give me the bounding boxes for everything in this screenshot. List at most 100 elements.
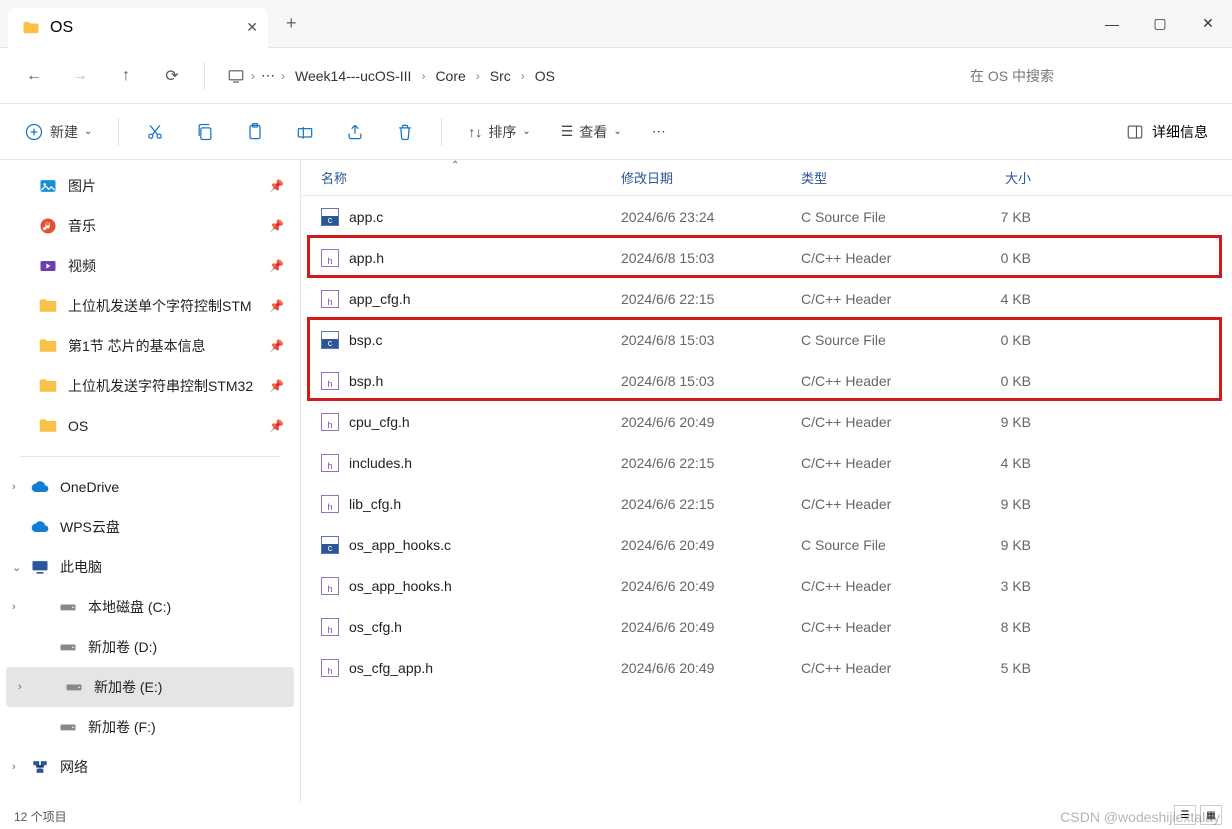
sidebar-item[interactable]: 第1节 芯片的基本信息📌 [0,326,300,366]
file-row[interactable]: app.h2024/6/8 15:03C/C++ Header0 KB [301,237,1232,278]
expand-icon[interactable]: › [12,761,16,773]
chevron-down-icon: ⌄ [84,126,92,137]
expand-icon[interactable]: ⌄ [12,561,21,574]
plus-circle-icon [24,122,44,142]
details-icon [1126,123,1144,141]
file-row[interactable]: bsp.c2024/6/8 15:03C Source File0 KB [301,319,1232,360]
file-size: 9 KB [951,414,1051,430]
sidebar-label: 新加卷 (E:) [94,677,162,697]
sort-button[interactable]: ↑↓ 排序 ⌄ [458,116,540,148]
chevron-right-icon: › [476,69,480,83]
file-date: 2024/6/8 15:03 [621,250,801,266]
sidebar-label: 网络 [60,757,88,777]
up-button[interactable]: ↑ [106,56,146,96]
column-size[interactable]: 大小 [951,168,1051,187]
file-row[interactable]: os_cfg.h2024/6/6 20:49C/C++ Header8 KB [301,606,1232,647]
cut-button[interactable] [135,116,175,148]
breadcrumb-segment[interactable]: Core [431,64,469,88]
breadcrumb[interactable]: › ⋯ › Week14---ucOS-III › Core › Src › O… [217,64,952,88]
close-button[interactable]: ✕ [1184,2,1232,46]
sidebar-item[interactable]: WPS云盘 [0,507,300,547]
sidebar: 图片📌音乐📌视频📌上位机发送单个字符控制STM📌第1节 芯片的基本信息📌上位机发… [0,160,300,803]
expand-icon[interactable]: › [12,481,16,493]
maximize-button[interactable]: ▢ [1136,2,1184,46]
file-row[interactable]: app.c2024/6/6 23:24C Source File7 KB [301,196,1232,237]
breadcrumb-segment[interactable]: Week14---ucOS-III [291,64,415,88]
sidebar-item[interactable]: › 新加卷 (E:) [6,667,294,707]
file-row[interactable]: bsp.h2024/6/8 15:03C/C++ Header0 KB [301,360,1232,401]
minimize-button[interactable]: — [1088,2,1136,46]
back-button[interactable]: ← [14,56,54,96]
item-count: 12 个项目 [14,808,67,825]
sidebar-item[interactable]: OS📌 [0,406,300,446]
file-row[interactable]: os_cfg_app.h2024/6/6 20:49C/C++ Header5 … [301,647,1232,688]
share-button[interactable] [335,116,375,148]
file-row[interactable]: os_app_hooks.h2024/6/6 20:49C/C++ Header… [301,565,1232,606]
sidebar-label: 新加卷 (F:) [88,717,156,737]
column-date[interactable]: 修改日期 [621,168,801,187]
sidebar-label: 视频 [68,256,96,276]
sidebar-item[interactable]: ›本地磁盘 (C:) [0,587,300,627]
pc-icon [227,67,245,85]
file-size: 9 KB [951,496,1051,512]
view-button[interactable]: ☰ 查看 ⌄ [551,116,632,148]
rename-button[interactable] [285,116,325,148]
sidebar-item[interactable]: 新加卷 (D:) [0,627,300,667]
sidebar-label: 第1节 芯片的基本信息 [68,336,206,356]
file-name: app.c [349,209,383,225]
file-type: C/C++ Header [801,455,951,471]
h-file-icon [321,413,339,431]
view-label: 查看 [579,122,607,142]
sidebar-item[interactable]: ›OneDrive [0,467,300,507]
file-size: 3 KB [951,578,1051,594]
breadcrumb-segment[interactable]: Src [486,64,515,88]
sidebar-label: 此电脑 [60,557,102,577]
expand-icon[interactable]: › [12,601,16,613]
folder-icon [22,19,40,37]
copy-icon [195,122,215,142]
breadcrumb-segment[interactable]: OS [531,64,559,88]
breadcrumb-more[interactable]: ⋯ [261,67,275,84]
sidebar-label: 上位机发送单个字符控制STM [68,296,252,316]
search-input[interactable]: 在 OS 中搜索 [958,58,1218,94]
sidebar-item[interactable]: 上位机发送单个字符控制STM📌 [0,286,300,326]
sidebar-label: 音乐 [68,216,96,236]
column-type[interactable]: 类型 [801,168,951,187]
refresh-button[interactable]: ⟳ [152,56,192,96]
sort-indicator-icon: ⌃ [451,160,459,171]
sidebar-item[interactable]: 视频📌 [0,246,300,286]
details-button[interactable]: 详细信息 [1126,122,1218,142]
separator [20,456,280,457]
file-row[interactable]: includes.h2024/6/6 22:15C/C++ Header4 KB [301,442,1232,483]
forward-button[interactable]: → [60,56,100,96]
file-type: C Source File [801,332,951,348]
paste-button[interactable] [235,116,275,148]
delete-button[interactable] [385,116,425,148]
sidebar-item[interactable]: ⌄ 此电脑 [0,547,300,587]
column-name[interactable]: 名称⌃ [301,168,621,187]
sidebar-item[interactable]: 新加卷 (F:) [0,707,300,747]
sidebar-item[interactable]: 上位机发送字符串控制STM32📌 [0,366,300,406]
file-row[interactable]: cpu_cfg.h2024/6/6 20:49C/C++ Header9 KB [301,401,1232,442]
navbar: ← → ↑ ⟳ › ⋯ › Week14---ucOS-III › Core ›… [0,48,1232,104]
sidebar-item[interactable]: › 网络 [0,747,300,787]
more-button[interactable]: ⋯ [642,117,676,146]
file-name: os_cfg.h [349,619,402,635]
file-row[interactable]: app_cfg.h2024/6/6 22:15C/C++ Header4 KB [301,278,1232,319]
new-tab-button[interactable]: + [286,13,297,34]
file-size: 4 KB [951,291,1051,307]
file-date: 2024/6/8 15:03 [621,332,801,348]
sidebar-item[interactable]: 音乐📌 [0,206,300,246]
h-file-icon [321,577,339,595]
sidebar-label: OS [68,418,88,434]
sidebar-item[interactable]: 图片📌 [0,166,300,206]
close-tab-icon[interactable]: ✕ [246,19,258,36]
file-row[interactable]: os_app_hooks.c2024/6/6 20:49C Source Fil… [301,524,1232,565]
window-tab[interactable]: OS ✕ [8,8,268,48]
new-button[interactable]: 新建 ⌄ [14,116,102,148]
chevron-right-icon: › [521,69,525,83]
expand-icon[interactable]: › [18,681,22,693]
file-row[interactable]: lib_cfg.h2024/6/6 22:15C/C++ Header9 KB [301,483,1232,524]
file-name: cpu_cfg.h [349,414,410,430]
copy-button[interactable] [185,116,225,148]
